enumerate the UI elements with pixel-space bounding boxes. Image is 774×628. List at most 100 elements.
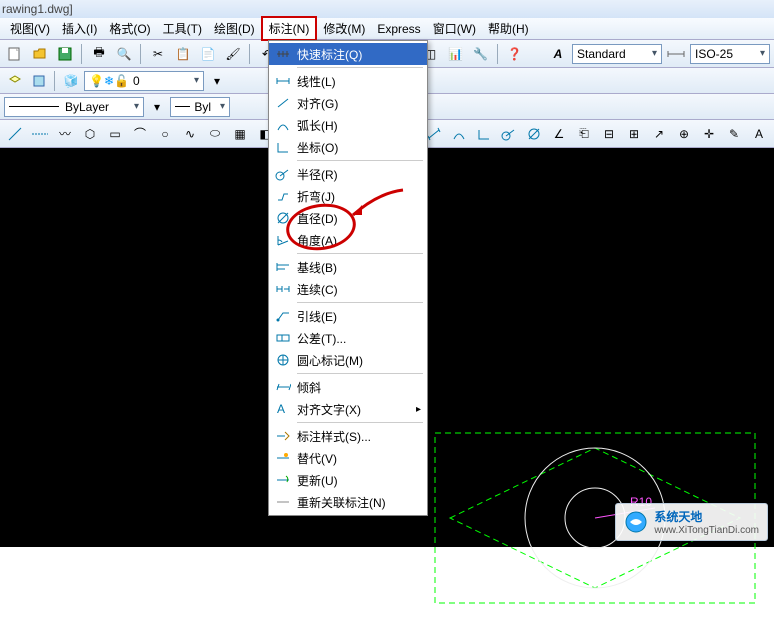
arc-button[interactable]: ⌒ [129,123,151,145]
separator [497,44,499,64]
layer-prop-button[interactable] [4,70,26,92]
line-button[interactable] [4,123,26,145]
menu-修改[interactable]: 修改(M) [317,18,371,39]
open-button[interactable] [29,43,51,65]
circle-button[interactable]: ○ [154,123,176,145]
layer-combo[interactable]: 💡❄🔓 0 [84,71,204,91]
menu-item-linear[interactable]: 线性(L) [269,70,427,92]
separator [249,44,251,64]
dim-ordinate-button[interactable] [473,123,495,145]
menu-item-diameter[interactable]: 直径(D) [269,207,427,229]
menu-item-baseline[interactable]: 基线(B) [269,256,427,278]
match-button[interactable]: 🖌 [222,43,244,65]
hatch-button[interactable]: ▦ [229,123,251,145]
menu-item-style[interactable]: 标注样式(S)... [269,425,427,447]
watermark-line1: 系统天地 [654,508,759,525]
menu-item-jogged[interactable]: 折弯(J) [269,185,427,207]
menu-item-label: 快速标注(Q) [297,46,362,63]
dim-radius-button[interactable] [498,123,520,145]
textstyle-icon[interactable]: A [547,43,569,65]
menu-item-label: 公差(T)... [297,330,346,347]
separator [81,44,83,64]
title-bar: rawing1.dwg] [0,0,774,18]
menu-separator [297,422,423,423]
dim-tolerance-button[interactable]: ⊕ [673,123,695,145]
design-center-button[interactable]: 🔧 [470,43,492,65]
menu-item-label: 更新(U) [297,472,338,489]
dim-arc-button[interactable] [448,123,470,145]
dim-tedit-button[interactable]: A [748,123,770,145]
dim-diameter-button[interactable] [523,123,545,145]
menu-item-leader[interactable]: 引线(E) [269,305,427,327]
menu-窗口[interactable]: 窗口(W) [427,18,482,39]
help-button[interactable]: ❓ [504,43,526,65]
rect-button[interactable]: ▭ [104,123,126,145]
print-button[interactable]: 🖶 [88,43,110,65]
menu-separator [297,67,423,68]
menu-工具[interactable]: 工具(T) [157,18,208,39]
menu-item-arc[interactable]: 弧长(H) [269,114,427,136]
menu-item-override[interactable]: 替代(V) [269,447,427,469]
menu-item-aligned[interactable]: 对齐(G) [269,92,427,114]
textstyle-combo[interactable]: Standard [572,44,662,64]
paste-button[interactable]: 📄 [197,43,219,65]
layer-state-button[interactable] [28,70,50,92]
new-button[interactable] [4,43,26,65]
layer-more-button[interactable]: ▾ [206,70,228,92]
menu-帮助[interactable]: 帮助(H) [482,18,535,39]
menu-item-reassoc[interactable]: 重新关联标注(N) [269,491,427,513]
menu-item-label: 重新关联标注(N) [297,494,386,511]
lineweight-combo[interactable]: Byl [170,97,230,117]
menu-item-quick[interactable]: 快速标注(Q) [269,43,427,65]
menu-格式[interactable]: 格式(O) [103,18,156,39]
dim-leader-button[interactable]: ↗ [648,123,670,145]
menu-item-angular[interactable]: 角度(A) [269,229,427,251]
polygon-button[interactable]: ⬡ [79,123,101,145]
menu-视图[interactable]: 视图(V) [4,18,56,39]
menu-item-radius[interactable]: 半径(R) [269,163,427,185]
menu-item-label: 替代(V) [297,450,337,467]
cut-button[interactable]: ✂ [147,43,169,65]
ordinate-icon [273,138,293,156]
preview-button[interactable]: 🔍 [113,43,135,65]
linetype-combo[interactable]: ByLayer [4,97,144,117]
linetype-btn[interactable]: ▾ [146,96,168,118]
save-button[interactable] [54,43,76,65]
dimstyle-combo[interactable]: ISO-25 [690,44,770,64]
menu-item-label: 圆心标记(M) [297,352,363,369]
dim-continue-button[interactable]: ⊞ [623,123,645,145]
dimstyle-icon[interactable] [665,43,687,65]
menu-绘图[interactable]: 绘图(D) [208,18,261,39]
layer-zero: 0 [133,74,140,88]
copy-button[interactable]: 📋 [172,43,194,65]
spline-button[interactable]: ∿ [179,123,201,145]
menu-express[interactable]: Express [371,20,426,38]
separator [54,71,56,91]
dim-angular-button[interactable]: ∠ [548,123,570,145]
menu-item-tolerance[interactable]: 公差(T)... [269,327,427,349]
menu-item-update[interactable]: 更新(U) [269,469,427,491]
menu-item-center[interactable]: 圆心标记(M) [269,349,427,371]
dim-quick-button[interactable]: ⎗ [573,123,595,145]
dim-edit-button[interactable]: ✎ [723,123,745,145]
menu-item-aligntext[interactable]: A对齐文字(X) [269,398,427,420]
menu-item-continue[interactable]: 连续(C) [269,278,427,300]
watermark: 系统天地 www.XiTongTianDi.com [615,503,768,541]
dim-center-button[interactable]: ✛ [698,123,720,145]
menu-separator [297,373,423,374]
ellipse-button[interactable]: ⬭ [204,123,226,145]
dimstyle-value: ISO-25 [695,47,733,61]
pline-button[interactable]: 〰 [54,123,76,145]
dim-baseline-button[interactable]: ⊟ [598,123,620,145]
menu-item-ordinate[interactable]: 坐标(O) [269,136,427,158]
override-icon [273,449,293,467]
menu-item-label: 引线(E) [297,308,337,325]
properties-button[interactable]: 📊 [445,43,467,65]
menu-item-oblique[interactable]: 倾斜 [269,376,427,398]
menu-插入[interactable]: 插入(I) [56,18,103,39]
watermark-line2: www.XiTongTianDi.com [654,525,759,536]
menu-标注[interactable]: 标注(N) [261,16,318,41]
layer-tool-button[interactable]: 🧊 [60,70,82,92]
menu-item-label: 倾斜 [297,379,321,396]
xline-button[interactable] [29,123,51,145]
